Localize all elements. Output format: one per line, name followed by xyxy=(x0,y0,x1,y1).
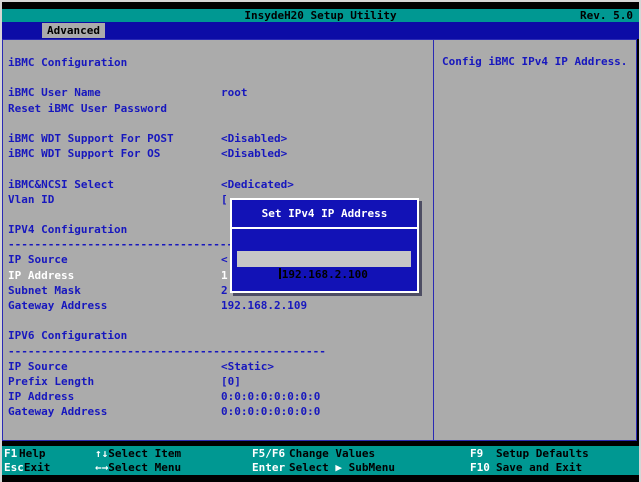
setting-label: Reset iBMC User Password xyxy=(8,101,167,115)
section-heading-label: IPV6 Configuration xyxy=(8,329,128,343)
blank-row xyxy=(3,70,433,85)
key-action-label: Select Menu xyxy=(108,461,182,474)
key-name: Esc xyxy=(4,461,24,474)
setting-label: Subnet Mask xyxy=(8,283,81,297)
key-name: F9 xyxy=(470,447,484,460)
section-heading: IPV6 Configuration xyxy=(3,328,433,343)
text-cursor xyxy=(278,268,281,279)
tab-advanced[interactable]: Advanced xyxy=(42,23,105,38)
app-title: InsydeH20 Setup Utility xyxy=(244,9,397,22)
ipv4-address-value: 192.168.2.100 xyxy=(281,268,368,281)
setting-label: iBMC User Name xyxy=(8,86,101,100)
setting-label: Gateway Address xyxy=(8,299,108,312)
key-name: ←→ xyxy=(95,461,109,474)
key-action-label: Save and Exit xyxy=(496,461,583,474)
help-bar-row: F1 Help ↑↓Select Item F5/F6 Change Values F9 S… xyxy=(2,447,639,461)
setting-value: [ xyxy=(221,192,228,206)
setting-value: 0:0:0:0:0:0:0:0 xyxy=(221,390,321,404)
key-name: F10 xyxy=(470,461,490,474)
help-pane: Config iBMC IPv4 IP Address. xyxy=(434,40,636,440)
setting-value: <Disabled> xyxy=(221,131,288,145)
key-hint: ←→Select Menu xyxy=(95,461,181,475)
blank-row xyxy=(3,161,433,176)
setting-value: 2 xyxy=(221,283,228,297)
setting-value: 1 xyxy=(221,268,228,282)
setting-value: root xyxy=(221,86,248,100)
key-hint: F1 Help xyxy=(4,447,46,461)
settings-row[interactable]: Gateway Address 192.168.2.109 xyxy=(3,298,433,313)
setting-value: <Static> xyxy=(221,359,274,373)
settings-row[interactable]: Gateway Address 0:0:0:0:0:0:0:0 xyxy=(3,404,433,419)
submenu-arrow-icon: ▶ xyxy=(335,461,342,474)
bios-screen: InsydeH20 Setup Utility Rev. 5.0 Advance… xyxy=(0,0,641,482)
menubar: Advanced xyxy=(2,22,639,39)
ipv4-dialog: Set IPv4 IP Address 192.168.2.100 xyxy=(230,198,419,293)
help-bar: F1 Help ↑↓Select Item F5/F6 Change Values F9 S… xyxy=(2,446,639,475)
item-help-text: Config iBMC IPv4 IP Address. xyxy=(442,55,628,68)
key-action-label: Change Values xyxy=(289,447,376,460)
key-hint: Enter Select ▶ SubMenu xyxy=(252,461,395,475)
titlebar: InsydeH20 Setup Utility Rev. 5.0 xyxy=(2,9,639,22)
blank-row xyxy=(3,116,433,131)
section-separator: ----------------------------------------… xyxy=(8,344,326,358)
key-action-label: Select Item xyxy=(108,447,182,460)
setting-value: < xyxy=(221,253,228,267)
key-action-label: Help xyxy=(19,447,46,460)
setting-label: IP Address xyxy=(8,268,75,282)
settings-row[interactable]: Reset iBMC User Password xyxy=(3,101,433,116)
key-action-label: Select ▶ SubMenu xyxy=(289,461,395,474)
dialog-title: Set IPv4 IP Address xyxy=(232,200,417,229)
setting-value: [0] xyxy=(221,374,241,388)
setting-label: IP Source xyxy=(8,359,68,373)
section-heading-label: iBMC Configuration xyxy=(8,56,128,69)
settings-row[interactable]: iBMC WDT Support For OS <Disabled> xyxy=(3,146,433,161)
setting-value: <Disabled> xyxy=(221,147,288,161)
key-name: F1 xyxy=(4,447,18,460)
key-name: Enter xyxy=(252,461,286,474)
setting-label: Vlan ID xyxy=(8,192,55,206)
key-hint: EscExit xyxy=(4,461,50,475)
settings-row[interactable]: IP Source <Static> xyxy=(3,359,433,374)
key-action-label: Exit xyxy=(23,461,51,474)
key-hint: F9 Setup Defaults xyxy=(470,447,589,461)
settings-row[interactable]: iBMC&NCSI Select <Dedicated> xyxy=(3,177,433,192)
key-name: F5/F6 xyxy=(252,447,286,460)
setting-label: iBMC&NCSI Select xyxy=(8,177,114,191)
setting-value: <Dedicated> xyxy=(221,177,294,191)
section-heading: iBMC Configuration xyxy=(3,55,433,70)
ipv4-address-input[interactable]: 192.168.2.100 xyxy=(237,251,411,281)
key-name: ↑↓ xyxy=(95,447,109,460)
setting-label: IP Source xyxy=(8,253,68,267)
setting-label: IP Address xyxy=(8,390,75,404)
setting-label: iBMC WDT Support For OS xyxy=(8,147,161,161)
key-hint: F5/F6 Change Values xyxy=(252,447,375,461)
settings-row[interactable]: Prefix Length [0] xyxy=(3,374,433,389)
settings-row[interactable]: IP Address 0:0:0:0:0:0:0:0 xyxy=(3,389,433,404)
setting-label: iBMC WDT Support For POST xyxy=(8,131,174,145)
section-heading-label: IPV4 Configuration xyxy=(8,223,128,237)
setting-label: Prefix Length xyxy=(8,374,95,388)
revision-label: Rev. 5.0 xyxy=(580,9,633,22)
key-action-label: Setup Defaults xyxy=(496,447,589,460)
setting-label: Gateway Address xyxy=(8,405,108,419)
key-hint: F10 Save and Exit xyxy=(470,461,582,475)
blank-row xyxy=(3,313,433,328)
key-hint: ↑↓Select Item xyxy=(95,447,181,461)
settings-row[interactable]: iBMC User Name root xyxy=(3,85,433,100)
setting-value: 0:0:0:0:0:0:0:0 xyxy=(221,405,321,419)
settings-row[interactable]: iBMC WDT Support For POST <Disabled> xyxy=(3,131,433,146)
help-bar-row: EscExit ←→Select Menu Enter Select ▶ SubMen… xyxy=(2,461,639,475)
setting-value: 192.168.2.109 xyxy=(221,299,308,312)
